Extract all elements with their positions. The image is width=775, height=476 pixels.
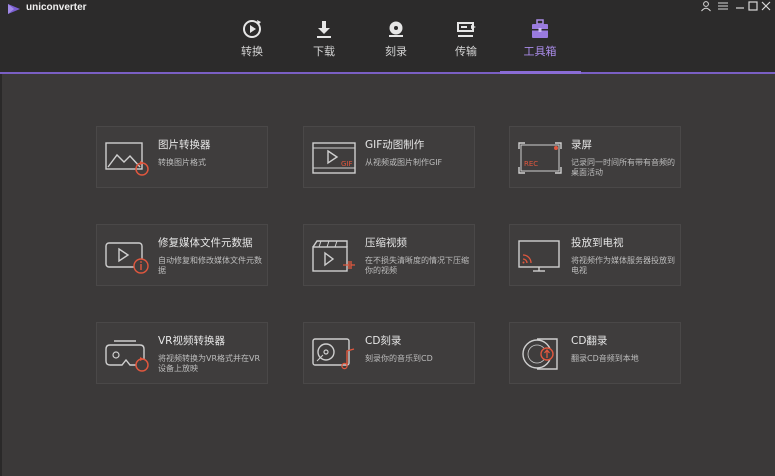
card-title: 修复媒体文件元数据 [158, 237, 253, 249]
card-title: CD刻录 [365, 335, 402, 347]
card-description: 转换图片格式 [158, 158, 206, 167]
card-description: 将视频转换为VR格式并在VR设备上放映 [158, 354, 261, 373]
tool-card-cast-to-tv[interactable]: 投放到电视 将视频作为媒体服务器投放到电视 [509, 224, 681, 286]
card-description: 从视频或图片制作GIF [365, 158, 443, 167]
account-icon[interactable] [699, 0, 713, 12]
tab-download[interactable]: 下载 [299, 18, 349, 70]
tab-label: 传输 [455, 45, 477, 58]
tab-label: 下载 [313, 45, 335, 58]
burn-icon [389, 21, 403, 37]
tool-card-cd-burner[interactable]: CD刻录 刻录你的音乐到CD [303, 322, 475, 384]
toolbox-icon [532, 19, 548, 38]
app-logo-icon [8, 4, 20, 14]
transfer-icon [457, 22, 476, 37]
vr-converter-icon [105, 340, 149, 372]
tab-label: 刻录 [385, 45, 407, 58]
header-divider [0, 72, 775, 74]
card-title: GIF动图制作 [365, 139, 425, 151]
tab-burn[interactable]: 刻录 [371, 18, 421, 70]
card-title: 压缩视频 [365, 237, 407, 249]
tab-toolbox[interactable]: 工具箱 [515, 18, 565, 70]
close-icon[interactable] [759, 0, 773, 12]
tab-label: 转换 [241, 45, 263, 58]
tool-card-gif-maker[interactable]: GIF GIF动图制作 从视频或图片制作GIF [303, 126, 475, 188]
tool-card-image-converter[interactable]: 图片转换器 转换图片格式 [96, 126, 268, 188]
video-compress-icon [312, 240, 355, 272]
tab-convert[interactable]: 转换 [227, 18, 277, 70]
tool-card-metadata-fix[interactable]: 修复媒体文件元数据 自动修复和修改媒体文件元数据 [96, 224, 268, 286]
tool-card-screen-recorder[interactable]: REC 录屏 记录同一时间所有带有音频的桌面活动 [509, 126, 681, 188]
card-title: VR视频转换器 [158, 335, 225, 347]
tool-card-video-compress[interactable]: 压缩视频 在不损失清晰度的情况下压缩你的视频 [303, 224, 475, 286]
left-edge [0, 74, 2, 476]
card-description: 翻录CD音频到本地 [571, 354, 639, 363]
menu-icon[interactable] [716, 0, 730, 12]
tool-card-vr-converter[interactable]: VR视频转换器 将视频转换为VR格式并在VR设备上放映 [96, 322, 268, 384]
tab-label: 工具箱 [523, 45, 557, 58]
card-title: 图片转换器 [158, 139, 211, 151]
svg-text:REC: REC [524, 160, 538, 168]
tool-card-cd-ripper[interactable]: CD翻录 翻录CD音频到本地 [509, 322, 681, 384]
card-description: 在不损失清晰度的情况下压缩你的视频 [365, 256, 469, 275]
card-description: 将视频作为媒体服务器投放到电视 [571, 256, 675, 275]
metadata-fix-icon [105, 242, 149, 274]
card-description: 刻录你的音乐到CD [365, 354, 433, 363]
active-tab-indicator [500, 71, 581, 74]
tab-transfer[interactable]: 传输 [441, 18, 491, 70]
image-converter-icon [105, 142, 149, 176]
convert-icon [243, 20, 261, 38]
card-title: CD翻录 [571, 335, 608, 347]
card-title: 录屏 [571, 139, 592, 151]
download-icon [317, 21, 331, 38]
card-description: 自动修复和修改媒体文件元数据 [158, 256, 262, 275]
card-title: 投放到电视 [571, 237, 624, 249]
svg-text:GIF: GIF [341, 160, 353, 168]
cd-ripper-icon [522, 338, 558, 370]
cd-burner-icon [312, 338, 355, 370]
card-description: 记录同一时间所有带有音频的桌面活动 [571, 158, 675, 177]
cast-to-tv-icon [518, 240, 560, 272]
gif-maker-icon: GIF [312, 142, 356, 174]
maximize-icon[interactable] [746, 0, 760, 12]
app-name: uniconverter [26, 2, 87, 13]
screen-recorder-icon: REC [518, 142, 562, 174]
minimize-icon[interactable] [733, 0, 747, 12]
